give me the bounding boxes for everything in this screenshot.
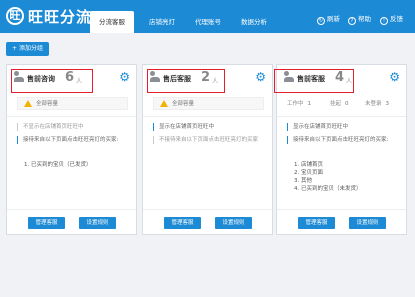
group-card-presale-service: 售前客服 4 人 ⚙ 工作中 1 挂起 0 未登录 3 显示在店铺首页旺旺中 接待来自…: [274, 64, 407, 235]
help-icon: ?: [348, 17, 356, 25]
manage-service-button[interactable]: 管理客服: [164, 217, 201, 229]
tab-split-service[interactable]: 分流客服: [90, 11, 134, 33]
set-rules-button[interactable]: 设置规则: [215, 217, 252, 229]
manage-service-button[interactable]: 管理客服: [298, 217, 335, 229]
stat-value: 0: [345, 101, 349, 107]
feedback-button[interactable]: ! 反馈: [380, 14, 403, 25]
list-item: 1. 店铺首页: [294, 162, 323, 168]
highlight-box: [11, 69, 93, 93]
tab-shop-light[interactable]: 店铺亮灯: [140, 11, 184, 33]
divider: [277, 209, 406, 210]
divider: [7, 209, 136, 210]
stat-offline: 未登录 3: [365, 99, 389, 107]
warning-icon: [160, 100, 168, 107]
rule-text: 不接待来自以下页面点击旺旺亮灯的买家: [153, 136, 265, 144]
warning-text: 全部容量: [36, 101, 59, 107]
refresh-label: 刷新: [327, 15, 340, 23]
feedback-label: 反馈: [390, 15, 403, 23]
stat-suspended: 挂起 0: [330, 99, 349, 107]
rule-text: 显示在店铺首页旺旺中: [287, 123, 348, 131]
stat-label: 工作中: [287, 101, 304, 107]
manage-service-button[interactable]: 管理客服: [28, 217, 65, 229]
set-rules-button[interactable]: 设置规则: [349, 217, 386, 229]
help-button[interactable]: ? 帮助: [348, 14, 371, 25]
group-card-presale-consult: 售前咨询 6 人 ⚙ 全部容量 不显示在店铺首页旺旺中 接待来自以下页面点击旺旺…: [6, 64, 137, 235]
stat-label: 未登录: [365, 101, 382, 107]
highlight-box: [147, 69, 225, 93]
help-label: 帮助: [358, 15, 371, 23]
capacity-warning: 全部容量: [153, 97, 264, 110]
list-item: 1. 已买到的宝贝（已发货）: [24, 162, 92, 168]
divider: [277, 116, 406, 117]
highlight-box: [274, 69, 354, 93]
tab-data-analysis[interactable]: 数据分析: [232, 11, 276, 33]
stat-value: 1: [307, 101, 312, 107]
list-item: 3. 其他: [294, 178, 312, 184]
gear-icon[interactable]: ⚙: [255, 70, 266, 84]
stat-label: 挂起: [330, 101, 342, 107]
list-item: 4. 已买到的宝贝（未发货）: [294, 186, 362, 192]
divider: [143, 116, 272, 117]
tab-agent-account[interactable]: 代理账号: [186, 11, 230, 33]
gear-icon[interactable]: ⚙: [389, 70, 400, 84]
list-item: 2. 宝贝页面: [294, 170, 323, 176]
stat-working: 工作中 1: [287, 99, 311, 107]
capacity-warning: 全部容量: [17, 97, 128, 110]
set-rules-button[interactable]: 设置规则: [79, 217, 116, 229]
refresh-icon: ↻: [317, 17, 325, 25]
group-card-aftersale-service: 售后客服 2 人 ⚙ 全部容量 显示在店铺首页旺旺中 不接待来自以下页面点击旺旺…: [142, 64, 273, 235]
rule-text: 显示在店铺首页旺旺中: [153, 123, 214, 131]
rule-text: 不显示在店铺首页旺旺中: [17, 123, 84, 131]
refresh-button[interactable]: ↻ 刷新: [317, 14, 340, 25]
gear-icon[interactable]: ⚙: [119, 70, 130, 84]
add-group-button[interactable]: + 添加分组: [6, 42, 49, 56]
feedback-icon: !: [380, 17, 388, 25]
app-header: 旺 旺旺分流 分流客服 店铺亮灯 代理账号 数据分析 ↻ 刷新 ? 帮助 ! 反馈: [0, 0, 415, 33]
app-title: 旺旺分流: [28, 8, 93, 26]
stat-value: 3: [385, 101, 390, 107]
rule-text: 接待来自以下页面点击旺旺亮灯的买家:: [17, 136, 129, 144]
divider: [7, 116, 136, 117]
rule-text: 接待来自以下页面点击旺旺亮灯的买家:: [287, 136, 399, 144]
divider: [143, 209, 272, 210]
warning-icon: [24, 100, 32, 107]
warning-text: 全部容量: [172, 101, 195, 107]
app-logo-icon: 旺: [6, 7, 24, 25]
